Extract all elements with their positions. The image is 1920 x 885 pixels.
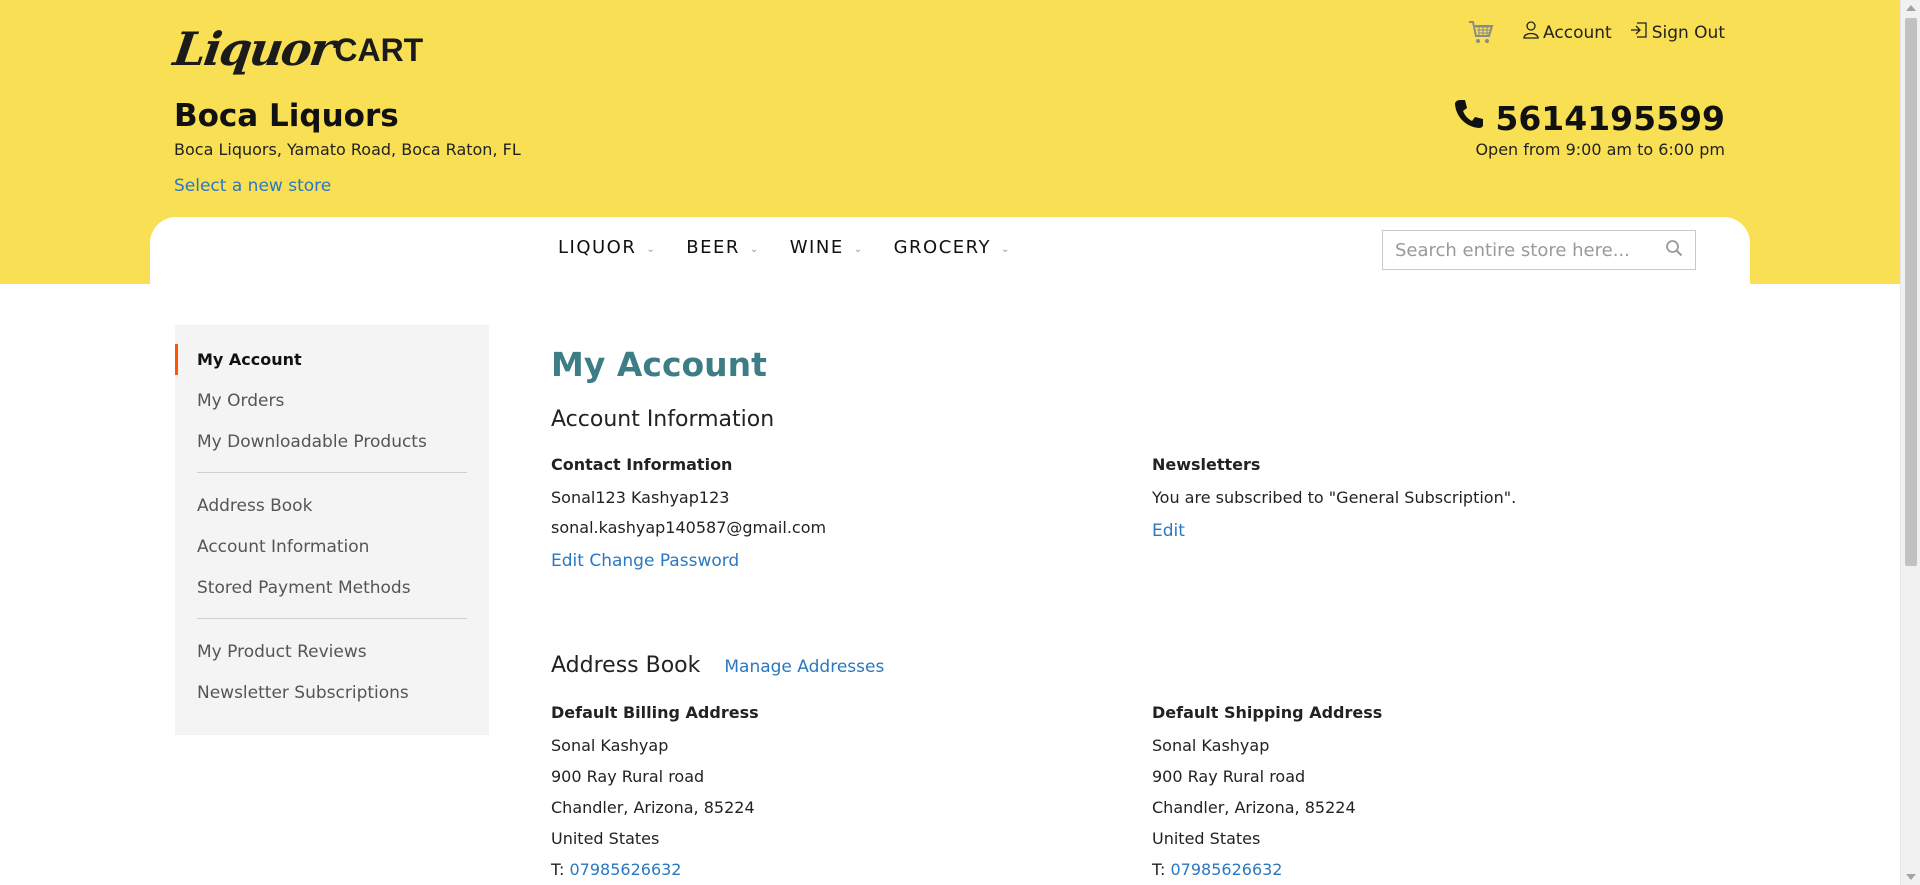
scroll-down-arrow-icon[interactable] [1906,874,1916,880]
search-icon[interactable] [1665,239,1683,261]
main-nav: LIQUOR ⌄ BEER ⌄ WINE ⌄ GROCERY ⌄ [558,237,1011,258]
billing-address-title: Default Billing Address [551,703,759,722]
phone-icon [1453,98,1485,138]
nav-item-wine[interactable]: WINE ⌄ [790,237,864,258]
search-box [1382,230,1696,270]
billing-name: Sonal Kashyap [551,736,669,755]
billing-street: 900 Ray Rural road [551,767,705,786]
scroll-up-arrow-icon[interactable] [1906,5,1916,11]
edit-contact-link[interactable]: Edit [551,551,584,571]
store-phone-number: 5614195599 [1495,98,1725,138]
store-hours: Open from 9:00 am to 6:00 pm [1475,140,1725,159]
chevron-down-icon: ⌄ [853,244,864,255]
logo-script-text: Liquor [170,22,337,76]
cart-icon[interactable] [1467,18,1495,51]
newsletters-title: Newsletters [1152,455,1261,474]
default-billing-address-box: Default Billing Address Sonal Kashyap 90… [551,703,1111,879]
scrollbar-thumb[interactable] [1905,18,1917,566]
sidebar-item-my-downloadable-products[interactable]: My Downloadable Products [175,421,489,462]
account-link-label: Account [1543,22,1612,43]
nav-item-label: WINE [789,237,844,258]
account-sidebar: My Account My Orders My Downloadable Pro… [175,325,489,735]
chevron-down-icon: ⌄ [646,244,657,255]
logo-cart-text: CART [334,32,424,68]
contact-name: Sonal123 Kashyap123 [551,488,730,507]
nav-item-label: GROCERY [893,237,992,258]
sign-out-icon [1630,22,1648,43]
shipping-address-title: Default Shipping Address [1152,703,1383,722]
nav-item-beer[interactable]: BEER ⌄ [686,237,760,258]
shipping-phone-line: T: 07985626632 [1152,860,1712,879]
sidebar-item-newsletter-subscriptions[interactable]: Newsletter Subscriptions [175,672,489,713]
sign-out-link[interactable]: Sign Out [1630,22,1725,43]
shipping-name: Sonal Kashyap [1152,736,1270,755]
nav-item-label: LIQUOR [558,237,637,258]
billing-phone-label: T: [551,860,565,879]
sign-out-link-label: Sign Out [1651,22,1725,43]
sidebar-item-stored-payment-methods[interactable]: Stored Payment Methods [175,567,489,608]
nav-item-liquor[interactable]: LIQUOR ⌄ [558,237,656,258]
sidebar-divider [197,472,467,473]
contact-information-box: Contact Information Sonal123 Kashyap123 … [551,455,1111,571]
shipping-street: 900 Ray Rural road [1152,767,1306,786]
sidebar-divider [197,618,467,619]
newsletters-box: Newsletters You are subscribed to "Gener… [1152,455,1712,541]
account-information-heading: Account Information [551,407,775,432]
edit-newsletters-link[interactable]: Edit [1152,521,1185,541]
header-links: Account Sign Out [1467,14,1725,51]
default-shipping-address-box: Default Shipping Address Sonal Kashyap 9… [1152,703,1712,879]
user-icon [1523,21,1539,44]
site-logo[interactable]: Liquor CART [170,12,424,76]
store-name: Boca Liquors [174,98,399,134]
shipping-country: United States [1152,829,1261,848]
select-store-link[interactable]: Select a new store [174,176,331,196]
shipping-city: Chandler, Arizona, 85224 [1152,798,1356,817]
shipping-phone-label: T: [1152,860,1166,879]
nav-item-label: BEER [686,237,740,258]
newsletters-status: You are subscribed to "General Subscript… [1152,488,1517,507]
account-link[interactable]: Account [1523,21,1612,44]
address-book-heading: Address Book [551,653,701,678]
nav-item-grocery[interactable]: GROCERY ⌄ [894,237,1011,258]
shipping-phone-link[interactable]: 07985626632 [1171,860,1283,879]
sidebar-item-my-account[interactable]: My Account [175,339,489,380]
store-phone: 5614195599 [1453,98,1725,138]
newsletters-actions: Edit [1152,521,1712,541]
sidebar-item-address-book[interactable]: Address Book [175,485,489,526]
sidebar-item-my-product-reviews[interactable]: My Product Reviews [175,631,489,672]
sidebar-item-account-information[interactable]: Account Information [175,526,489,567]
main-content: My Account Account Information Contact I… [551,345,1711,879]
contact-actions: Edit Change Password [551,551,1111,571]
billing-city: Chandler, Arizona, 85224 [551,798,755,817]
sidebar-item-my-orders[interactable]: My Orders [175,380,489,421]
change-password-link[interactable]: Change Password [589,551,739,571]
contact-email: sonal.kashyap140587@gmail.com [551,518,827,537]
contact-information-title: Contact Information [551,455,733,474]
store-address: Boca Liquors, Yamato Road, Boca Raton, F… [174,140,521,159]
manage-addresses-link[interactable]: Manage Addresses [724,657,884,677]
chevron-down-icon: ⌄ [1001,244,1011,255]
vertical-scrollbar[interactable] [1900,0,1920,885]
billing-country: United States [551,829,660,848]
address-book-header: Address Book Manage Addresses [551,653,884,678]
billing-phone-line: T: 07985626632 [551,860,1111,879]
search-input[interactable] [1395,239,1665,261]
billing-phone-link[interactable]: 07985626632 [570,860,682,879]
chevron-down-icon: ⌄ [749,244,760,255]
page-title: My Account [551,345,767,384]
